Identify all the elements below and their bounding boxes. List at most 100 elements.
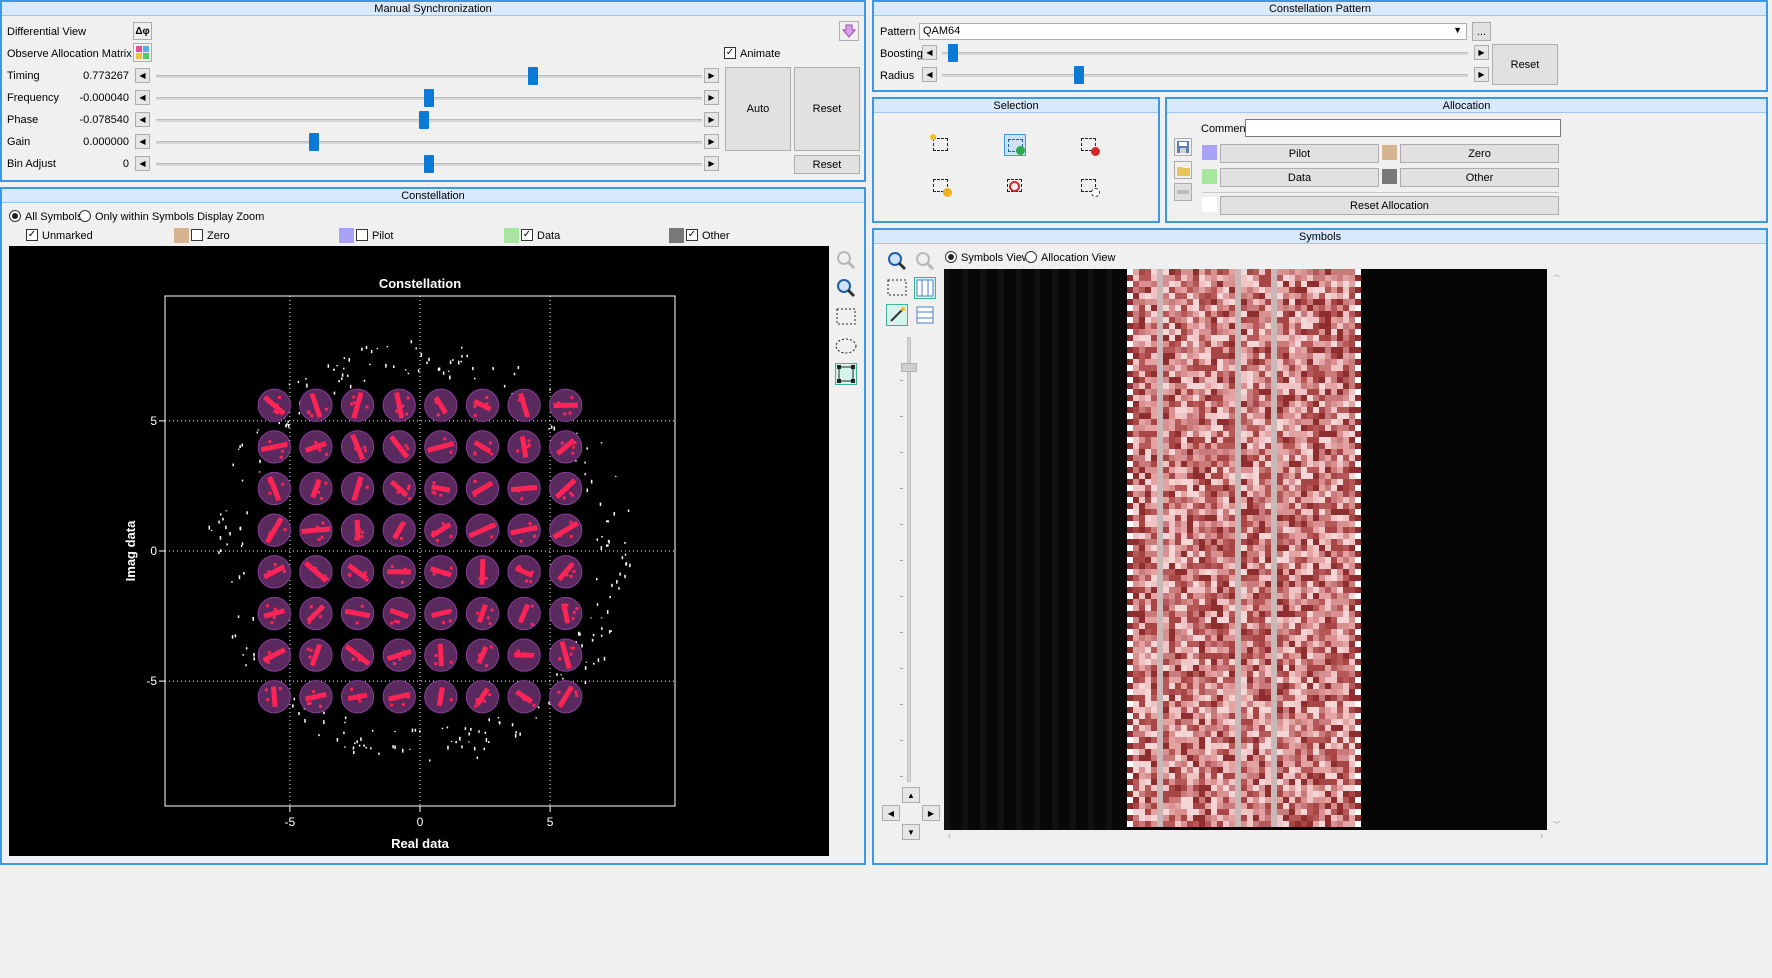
- pan-left-button[interactable]: ◀: [882, 805, 900, 821]
- symbol-point: [448, 572, 452, 576]
- pattern-reset-button[interactable]: Reset: [1492, 44, 1558, 85]
- noise-point: [246, 511, 248, 515]
- reset-allocation-button[interactable]: Reset Allocation: [1220, 196, 1559, 215]
- comment-field[interactable]: [1245, 119, 1561, 137]
- allocation-matrix-icon[interactable]: [133, 43, 152, 62]
- slider-left-button[interactable]: ◀: [135, 90, 150, 105]
- reset-bin-button[interactable]: Reset: [794, 155, 860, 174]
- legend-checkbox[interactable]: ✓: [686, 229, 698, 241]
- collapse-icon[interactable]: [1174, 183, 1192, 201]
- column-select-icon[interactable]: [914, 277, 936, 299]
- pan-right-button[interactable]: ▶: [922, 805, 940, 821]
- differential-view-button[interactable]: Δφ: [133, 22, 152, 40]
- zoom-out-icon[interactable]: [835, 249, 857, 271]
- symbol-point: [358, 699, 362, 703]
- legend-checkbox[interactable]: [356, 229, 368, 241]
- row-select-icon[interactable]: [914, 304, 936, 326]
- zoom-symbols-radio[interactable]: [79, 210, 91, 222]
- slider-right-button[interactable]: ▶: [704, 90, 719, 105]
- scroll-right-icon[interactable]: ›: [1540, 831, 1543, 840]
- ellipse-select-icon[interactable]: [835, 335, 857, 357]
- save-allocation-icon[interactable]: [1174, 138, 1192, 156]
- pilot-button[interactable]: Pilot: [1220, 144, 1379, 163]
- pan-down-button[interactable]: ▼: [902, 824, 920, 840]
- symbol-point: [575, 693, 579, 697]
- slider-thumb[interactable]: [424, 155, 434, 173]
- scroll-down-icon[interactable]: ﹀: [1553, 820, 1560, 830]
- invert-selection-icon[interactable]: [1078, 175, 1100, 197]
- download-arrow-icon[interactable]: [839, 21, 859, 41]
- all-symbols-radio[interactable]: [9, 210, 21, 222]
- slider-right-button[interactable]: ▶: [704, 112, 719, 127]
- legend-checkbox[interactable]: ✓: [26, 229, 38, 241]
- dark-column: [1016, 269, 1022, 830]
- vertical-scrollbar[interactable]: ︿ ﹀: [1550, 269, 1564, 830]
- zoom-out-icon[interactable]: [914, 250, 936, 272]
- auto-button[interactable]: Auto: [725, 67, 791, 151]
- new-selection-icon[interactable]: [930, 134, 952, 156]
- intersect-selection-icon[interactable]: [930, 175, 952, 197]
- slider-right-button[interactable]: ▶: [704, 156, 719, 171]
- symbol-point: [283, 528, 287, 532]
- remove-selection-icon[interactable]: [1078, 134, 1100, 156]
- slider-left-button[interactable]: ◀: [135, 112, 150, 127]
- symbols-view-radio[interactable]: [945, 251, 957, 263]
- rect-select-icon[interactable]: [886, 277, 908, 299]
- slider-thumb[interactable]: [309, 133, 320, 151]
- noise-point: [358, 744, 361, 747]
- symbols-canvas[interactable]: [944, 269, 1547, 830]
- dark-column: [962, 269, 968, 830]
- pan-up-button[interactable]: ▲: [902, 787, 920, 803]
- slider-right-button[interactable]: ▶: [704, 68, 719, 83]
- data-button[interactable]: Data: [1220, 168, 1379, 187]
- pattern-more-button[interactable]: ...: [1472, 22, 1491, 41]
- reset-sync-button[interactable]: Reset: [794, 67, 860, 151]
- slider-thumb[interactable]: [527, 67, 538, 85]
- slider-left-button[interactable]: ◀: [135, 134, 150, 149]
- zoom-slider-thumb[interactable]: [901, 363, 917, 372]
- other-button[interactable]: Other: [1400, 168, 1559, 187]
- dark-column: [1094, 269, 1100, 830]
- slider-right-button[interactable]: ▶: [704, 134, 719, 149]
- noise-point: [241, 542, 244, 545]
- noise-point: [292, 704, 294, 707]
- noise-point: [464, 727, 467, 730]
- slider-left-button[interactable]: ◀: [135, 156, 150, 171]
- horizontal-scrollbar[interactable]: ‹ ›: [944, 831, 1547, 843]
- radius-slider-thumb[interactable]: [1073, 66, 1084, 84]
- zoom-in-icon[interactable]: [835, 277, 857, 299]
- clear-selection-icon[interactable]: [1004, 175, 1026, 197]
- pattern-select[interactable]: QAM64 ▼: [919, 23, 1467, 40]
- zero-button[interactable]: Zero: [1400, 144, 1559, 163]
- open-folder-icon[interactable]: [1174, 161, 1192, 179]
- zoom-tick: [900, 596, 903, 597]
- radius-left-button[interactable]: ◀: [922, 67, 937, 82]
- scroll-left-icon[interactable]: ‹: [948, 831, 951, 840]
- slider-left-button[interactable]: ◀: [135, 68, 150, 83]
- constellation-plot[interactable]: Constellation -5 0 5 5 0 -5 Real data Imag data: [9, 246, 829, 856]
- noise-point: [411, 728, 414, 733]
- scroll-up-icon[interactable]: ︿: [1553, 269, 1560, 279]
- noise-point: [449, 360, 452, 365]
- animate-checkbox[interactable]: ✓: [724, 47, 736, 59]
- radius-right-button[interactable]: ▶: [1474, 67, 1489, 82]
- allocation-view-radio[interactable]: [1025, 251, 1037, 263]
- add-selection-icon[interactable]: [1004, 134, 1026, 156]
- magic-wand-icon[interactable]: [886, 304, 908, 326]
- zoom-slider-track[interactable]: [907, 337, 911, 782]
- legend-swatch: [504, 228, 519, 243]
- slider-thumb[interactable]: [418, 111, 429, 129]
- fit-view-icon[interactable]: [835, 363, 857, 385]
- legend-checkbox[interactable]: ✓: [521, 229, 533, 241]
- noise-point: [517, 366, 520, 370]
- boosting-left-button[interactable]: ◀: [922, 45, 937, 60]
- symbol-point: [560, 441, 564, 445]
- symbol-point: [573, 441, 577, 445]
- boosting-slider-thumb[interactable]: [947, 44, 958, 62]
- legend-checkbox[interactable]: [191, 229, 203, 241]
- boosting-right-button[interactable]: ▶: [1474, 45, 1489, 60]
- zoom-in-icon[interactable]: [886, 250, 908, 272]
- slider-thumb[interactable]: [424, 89, 434, 107]
- rect-select-icon[interactable]: [835, 306, 857, 328]
- symbol-point: [530, 622, 534, 626]
